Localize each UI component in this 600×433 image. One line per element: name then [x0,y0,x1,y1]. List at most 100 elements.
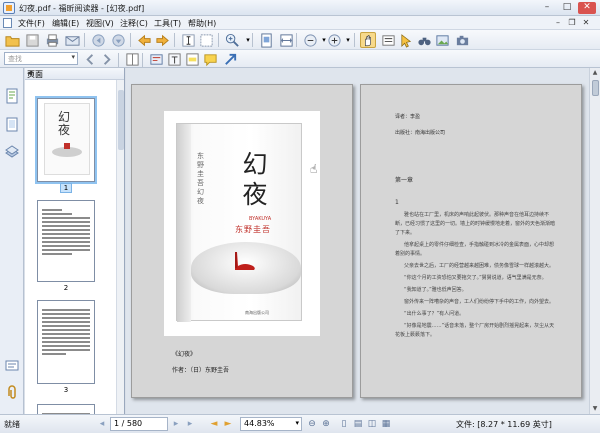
chevron-down-icon: ▾ [71,53,75,61]
split-view-icon[interactable] [124,51,140,67]
app-icon [3,2,15,14]
paragraph: 雅也站在工厂里，机床的声响此起彼伏。那种声音在他耳边持续不断，已经习惯了这里的一… [395,212,556,236]
comments-tab-icon[interactable] [4,358,20,374]
bookmarks-tab-icon[interactable] [4,116,20,132]
last-page-nav-icon[interactable]: ▸ [184,418,196,430]
save-icon[interactable] [24,32,40,48]
forward-arrow-icon[interactable] [154,32,170,48]
secondary-toolbar: 查找 ▾ T [0,50,600,68]
page-thumbnail-4[interactable] [37,404,95,414]
minimize-button[interactable]: – [538,2,556,14]
text-view-icon[interactable] [380,32,396,48]
paragraph: 父亲去世之后，工厂的经营越来越困难，债务像雪球一样越滚越大。 [404,263,555,269]
status-ready: 就绪 [4,420,20,429]
page-number-input[interactable]: 1 / 580 [110,417,168,431]
zoom-in-icon[interactable] [224,32,240,48]
zoom-out-status-icon[interactable]: ⊖ [306,418,318,430]
hand-cursor-icon: ☝ [310,162,318,176]
maximize-button[interactable]: □ [558,2,576,14]
continuous-page-icon[interactable]: ▤ [352,418,364,430]
book-author: 东野圭吾 [235,225,271,234]
stamp-icon[interactable] [148,51,164,67]
attachments-tab-icon[interactable] [4,384,20,400]
select-annotation-icon[interactable] [398,32,414,48]
menu-view[interactable]: 视图(V) [86,18,114,29]
zoom-dropdown-icon[interactable]: ▾ [240,32,256,48]
next-page-nav-icon[interactable]: ▸ [170,418,182,430]
highlight-icon[interactable] [184,51,200,67]
binoculars-icon[interactable] [416,32,432,48]
menu-bar: 文件(F) 编辑(E) 视图(V) 注释(C) 工具(T) 帮助(H) – ❐ … [0,16,600,30]
window-title: 幻夜.pdf - 福昕阅读器 - [幻夜.pdf] [19,4,145,13]
menu-help[interactable]: 帮助(H) [188,18,216,29]
toolbar-separator [174,33,175,47]
first-page-nav-icon[interactable]: ◂ [96,418,108,430]
zoom-in-status-icon[interactable]: ⊕ [320,418,332,430]
main-toolbar: ▾ ▾ ▾ [0,30,600,50]
pdf-page-right: 译者：李盈 出版社：南海出版公司 第一章 1 雅也站在工厂里，机床的声响此起彼伏… [360,84,582,398]
paragraph: 窗外传来一阵嘈杂的声音，工人们纷纷停下手中的工作，向外望去。 [404,299,555,305]
file-dimensions: 文件: [8.27 * 11.69 英寸] [456,420,552,429]
scroll-up-icon[interactable]: ▲ [590,68,600,78]
pages-tab-icon[interactable] [4,88,20,104]
book-subtitle: BYAKUYA [249,216,272,222]
toolbar-separator [118,53,119,67]
page-thumbnail-1[interactable]: 幻夜 [37,98,95,182]
document-restore-button[interactable]: ❐ [566,18,578,28]
open-file-icon[interactable] [4,32,20,48]
typewriter-icon[interactable]: T [166,51,182,67]
camera-icon[interactable] [454,32,470,48]
zoom-level-input[interactable]: 44.83% ▾ [240,417,302,431]
continuous-facing-icon[interactable]: ▦ [380,418,392,430]
menu-tools[interactable]: 工具(T) [154,18,181,29]
note-icon[interactable] [202,51,218,67]
search-input[interactable]: 查找 ▾ [4,52,78,65]
thumbnail-label-2: 2 [63,284,69,292]
find-previous-icon[interactable] [82,51,98,67]
thumbnail-panel: 页面 ◀ 幻夜 1 2 3 [25,68,125,414]
chapter-heading: 第一章 [395,177,414,184]
single-page-icon[interactable]: ▯ [338,418,350,430]
back-arrow-icon[interactable] [136,32,152,48]
forward-nav-icon[interactable]: ► [222,418,234,430]
email-icon[interactable] [64,32,80,48]
text-select-icon[interactable] [180,32,196,48]
find-next-icon[interactable] [98,51,114,67]
toolbar-separator [252,33,253,47]
chapter-body: 雅也站在工厂里，机床的声响此起彼伏。那种声音在他耳边持续不断，已经习惯了这里的一… [395,211,555,343]
close-button[interactable]: ✕ [578,2,596,14]
page-thumbnail-3[interactable] [37,300,95,384]
fit-width-icon[interactable] [278,32,294,48]
print-icon[interactable] [44,32,60,48]
toolbar-separator [354,33,355,47]
facing-page-icon[interactable]: ◫ [366,418,378,430]
side-tab-strip [0,68,24,414]
scroll-thumb[interactable] [592,80,599,96]
collapse-panel-icon[interactable]: ◀ [27,69,121,77]
menu-file[interactable]: 文件(F) [18,18,45,29]
arrow-tool-icon[interactable] [222,51,238,67]
back-nav-icon[interactable]: ◄ [208,418,220,430]
document-close-button[interactable]: ✕ [580,18,592,28]
screenshot-icon[interactable] [434,32,450,48]
hand-tool-icon[interactable] [360,32,376,48]
thumbnail-scrollbar[interactable] [116,80,124,414]
menu-edit[interactable]: 编辑(E) [52,18,79,29]
translator-line: 译者：李盈 [395,114,421,120]
page-thumbnail-2[interactable] [37,200,95,282]
scroll-down-icon[interactable]: ▼ [590,404,600,414]
document-viewer[interactable]: 东野圭吾幻夜 幻夜 BYAKUYA 东野圭吾 南海出版公司 《幻夜》 作者：（日… [126,68,600,414]
previous-page-icon[interactable] [110,32,126,48]
snapshot-icon[interactable] [198,32,214,48]
title-bar: 幻夜.pdf - 福昕阅读器 - [幻夜.pdf] – □ ✕ [0,0,600,16]
document-scrollbar[interactable]: ▲ ▼ [589,68,600,414]
menu-comment[interactable]: 注释(C) [120,18,148,29]
paragraph: “出什么事了？”有人问道。 [404,311,465,317]
section-number: 1 [395,199,399,206]
document-icon [3,18,12,28]
thumbnail-label-1: 1 [37,183,95,193]
first-page-icon[interactable] [90,32,106,48]
layers-tab-icon[interactable] [4,144,20,160]
fit-page-icon[interactable] [258,32,274,48]
document-minimize-button[interactable]: – [552,18,564,28]
